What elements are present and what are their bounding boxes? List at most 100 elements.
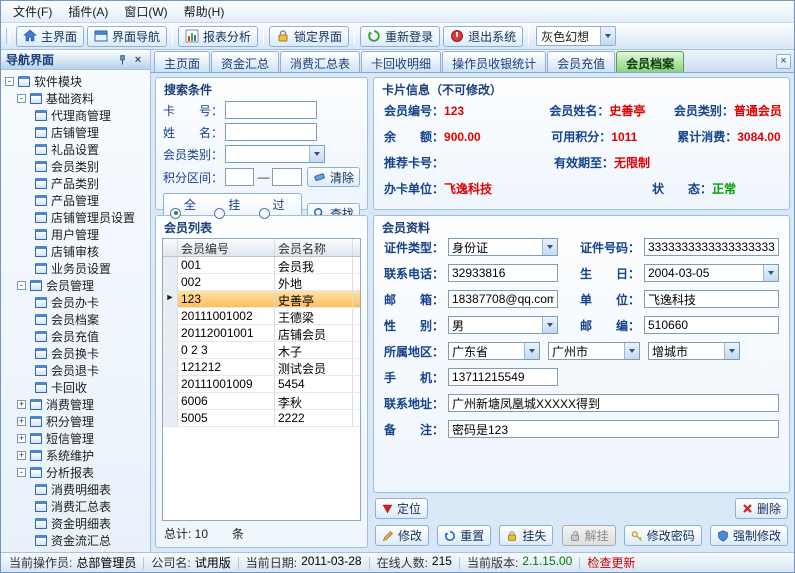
phone-input[interactable] <box>448 264 558 282</box>
tab[interactable]: 操作员收银统计 <box>442 51 546 72</box>
member-row[interactable]: 6006李秋 <box>163 393 360 410</box>
email-input[interactable] <box>448 290 558 308</box>
force-modify-button[interactable]: 强制修改 <box>710 525 788 546</box>
expand-icon[interactable]: + <box>17 400 26 409</box>
tree-item[interactable]: 会员退卡 <box>1 362 150 379</box>
modify-button[interactable]: 修改 <box>375 525 429 546</box>
collapse-icon[interactable]: - <box>5 77 14 86</box>
tree-item[interactable]: 会员换卡 <box>1 345 150 362</box>
gender-select[interactable]: 男 <box>448 316 558 334</box>
tree-item[interactable]: 资金流汇总 <box>1 532 150 549</box>
member-row[interactable]: ►123史善亭 <box>163 291 360 308</box>
tree-item[interactable]: +系统维护 <box>1 447 150 464</box>
tree-item[interactable]: 业务员设置 <box>1 260 150 277</box>
tree-item[interactable]: 店铺管理员设置 <box>1 209 150 226</box>
column-header-id[interactable]: 会员编号 <box>178 239 275 256</box>
lock-screen-button[interactable]: 锁定界面 <box>269 26 349 47</box>
theme-select[interactable]: 灰色幻想 <box>536 26 616 46</box>
tab[interactable]: 资金汇总 <box>211 51 279 72</box>
locate-button[interactable]: 定位 <box>375 498 428 519</box>
province-select[interactable]: 广东省 <box>448 342 540 360</box>
tab[interactable]: 会员充值 <box>547 51 615 72</box>
member-row[interactable]: 121212测试会员 <box>163 359 360 376</box>
close-tab-button[interactable]: × <box>776 54 791 69</box>
close-icon[interactable]: × <box>131 53 145 67</box>
tree-item[interactable]: 资金明细表 <box>1 515 150 532</box>
report-analysis-button[interactable]: 报表分析 <box>178 26 258 47</box>
tab[interactable]: 卡回收明细 <box>361 51 441 72</box>
member-row[interactable]: 20111001002王德梁 <box>163 308 360 325</box>
birthday-select[interactable]: 2004-03-05 <box>644 264 779 282</box>
reset-button[interactable]: 重置 <box>437 525 491 546</box>
menu-help[interactable]: 帮助(H) <box>176 1 233 22</box>
interface-nav-button[interactable]: 界面导航 <box>87 26 167 47</box>
tree-item[interactable]: 店铺审核 <box>1 243 150 260</box>
tree-item[interactable]: -基础资料 <box>1 90 150 107</box>
city-select[interactable]: 广州市 <box>548 342 640 360</box>
tree-item[interactable]: 会员办卡 <box>1 294 150 311</box>
remark-input[interactable] <box>448 420 779 438</box>
tree-item[interactable]: 产品管理 <box>1 192 150 209</box>
member-row[interactable]: 0 2 3木子 <box>163 342 360 359</box>
member-row[interactable]: 201110010095454 <box>163 376 360 393</box>
menu-file[interactable]: 文件(F) <box>5 1 60 22</box>
collapse-icon[interactable]: - <box>17 468 26 477</box>
member-row[interactable]: 50052222 <box>163 410 360 427</box>
collapse-icon[interactable]: - <box>17 281 26 290</box>
tab[interactable]: 消费汇总表 <box>280 51 360 72</box>
tree-item[interactable]: +消费管理 <box>1 396 150 413</box>
report-loss-button[interactable]: 挂失 <box>499 525 553 546</box>
exit-system-button[interactable]: 退出系统 <box>443 26 523 47</box>
release-loss-button[interactable]: 解挂 <box>562 525 616 546</box>
check-update-link[interactable]: 检查更新 <box>587 554 635 571</box>
tree-item[interactable]: 代理商管理 <box>1 107 150 124</box>
main-screen-button[interactable]: 主界面 <box>16 26 84 47</box>
member-type-select[interactable] <box>225 145 325 163</box>
tree-item[interactable]: 卡回收 <box>1 379 150 396</box>
member-row[interactable]: 001会员我 <box>163 257 360 274</box>
tree-item[interactable]: -会员管理 <box>1 277 150 294</box>
tree-item[interactable]: -分析报表 <box>1 464 150 481</box>
zip-input[interactable] <box>644 316 779 334</box>
tree-item[interactable]: 产品类别 <box>1 175 150 192</box>
address-input[interactable] <box>448 394 779 412</box>
tree-item[interactable]: 会员类别 <box>1 158 150 175</box>
tree-item[interactable]: 会员档案 <box>1 311 150 328</box>
relogin-button[interactable]: 重新登录 <box>360 26 440 47</box>
points-min-input[interactable] <box>225 168 254 186</box>
expand-icon[interactable]: + <box>17 417 26 426</box>
clear-button[interactable]: 清除 <box>307 167 360 187</box>
tree-item[interactable]: +短信管理 <box>1 430 150 447</box>
district-select[interactable]: 增城市 <box>648 342 740 360</box>
tree-item[interactable]: 会员充值 <box>1 328 150 345</box>
tree-item[interactable]: -软件模块 <box>1 73 150 90</box>
total-consume-value: 3084.00 <box>737 130 780 144</box>
member-row[interactable]: 002外地 <box>163 274 360 291</box>
tree-item[interactable]: 礼品设置 <box>1 141 150 158</box>
menu-plugins[interactable]: 插件(A) <box>60 1 116 22</box>
expand-icon[interactable]: + <box>17 434 26 443</box>
card-no-input[interactable] <box>225 101 317 119</box>
toolbar-grip[interactable] <box>6 28 10 44</box>
id-no-input[interactable] <box>644 238 779 256</box>
menu-window[interactable]: 窗口(W) <box>116 1 175 22</box>
mobile-input[interactable] <box>448 368 558 386</box>
column-header-name[interactable]: 会员名称 <box>275 239 353 256</box>
tree-item[interactable]: 消费明细表 <box>1 481 150 498</box>
id-type-select[interactable]: 身份证 <box>448 238 558 256</box>
tab[interactable]: 主页面 <box>154 51 210 72</box>
tree-item[interactable]: 用户管理 <box>1 226 150 243</box>
pin-icon[interactable] <box>115 53 129 67</box>
delete-button[interactable]: 删除 <box>735 498 788 519</box>
change-password-button[interactable]: 修改密码 <box>624 525 702 546</box>
expand-icon[interactable]: + <box>17 451 26 460</box>
collapse-icon[interactable]: - <box>17 94 26 103</box>
tab-active[interactable]: 会员档案 <box>616 51 684 72</box>
tree-item[interactable]: 消费汇总表 <box>1 498 150 515</box>
member-row[interactable]: 20112001001店铺会员 <box>163 325 360 342</box>
points-max-input[interactable] <box>272 168 301 186</box>
company-input[interactable] <box>644 290 779 308</box>
member-name-input[interactable] <box>225 123 317 141</box>
tree-item[interactable]: 店铺管理 <box>1 124 150 141</box>
tree-item[interactable]: +积分管理 <box>1 413 150 430</box>
